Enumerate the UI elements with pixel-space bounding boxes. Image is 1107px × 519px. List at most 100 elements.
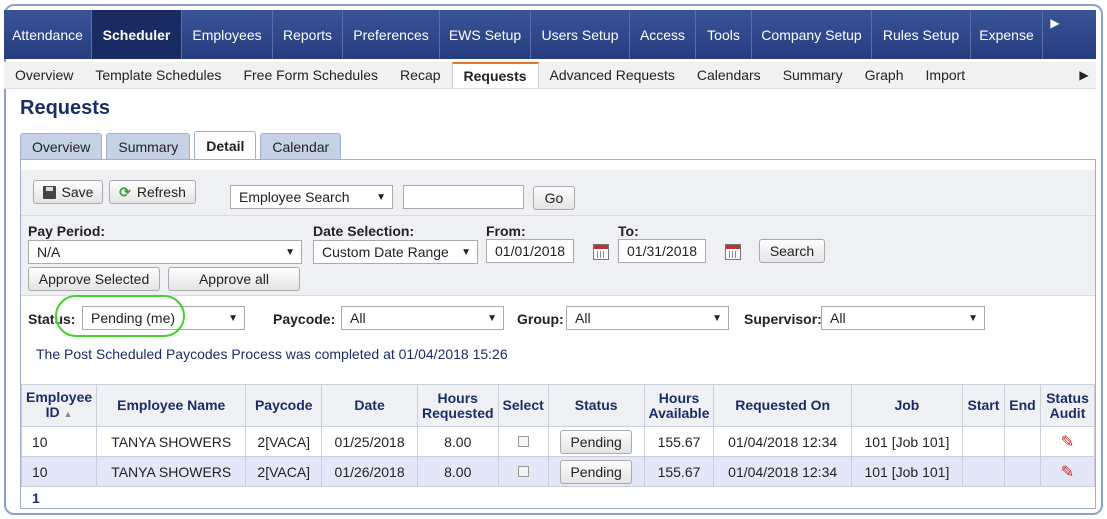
from-label: From:: [486, 223, 526, 239]
status-audit-icon[interactable]: ✎: [1061, 434, 1074, 451]
col-requested-on[interactable]: Requested On: [713, 384, 852, 427]
save-button[interactable]: Save: [33, 180, 103, 204]
cell-paycode: 2[VACA]: [245, 426, 323, 457]
top-nav: Attendance Scheduler Employees Reports P…: [4, 10, 1096, 59]
approve-selected-button[interactable]: Approve Selected: [28, 267, 160, 291]
tab-detail[interactable]: Detail: [194, 131, 257, 159]
cell-hours-requested: 8.00: [416, 456, 499, 487]
pay-period-select[interactable]: N/A ▼: [28, 240, 302, 264]
col-job[interactable]: Job: [850, 384, 963, 427]
cell-requested-on: 01/04/2018 12:34: [713, 426, 852, 457]
col-hours-requested[interactable]: Hours Requested: [416, 384, 499, 427]
paycode-label: Paycode:: [273, 311, 336, 327]
from-date-input[interactable]: 01/01/2018: [486, 239, 574, 263]
col-employee-id[interactable]: Employee ID ▲: [20, 384, 98, 427]
nav-more-icon[interactable]: ▶: [1043, 10, 1067, 59]
cell-paycode: 2[VACA]: [245, 456, 323, 487]
date-selection-value: Custom Date Range: [322, 244, 449, 260]
tab-calendar[interactable]: Calendar: [260, 133, 342, 159]
search-type-select[interactable]: Employee Search ▼: [230, 185, 393, 209]
subnav-overview[interactable]: Overview: [4, 62, 84, 88]
cell-employee-name: TANYA SHOWERS: [96, 426, 247, 457]
status-pending-button[interactable]: Pending: [560, 459, 632, 484]
nav-attendance[interactable]: Attendance: [4, 10, 92, 59]
nav-employees[interactable]: Employees: [182, 10, 273, 59]
subnav-more-icon[interactable]: ▶: [1072, 62, 1096, 88]
cell-job: 101 [Job 101]: [850, 426, 963, 457]
col-select[interactable]: Select: [497, 384, 549, 427]
nav-reports[interactable]: Reports: [273, 10, 343, 59]
col-status[interactable]: Status: [547, 384, 645, 427]
search-type-value: Employee Search: [239, 189, 350, 205]
cell-hours-requested: 8.00: [416, 426, 499, 457]
tab-summary[interactable]: Summary: [106, 133, 191, 159]
cell-date: 01/26/2018: [321, 456, 418, 487]
group-label: Group:: [517, 311, 564, 327]
refresh-icon: ⟳: [119, 183, 131, 200]
chevron-down-icon: ▼: [228, 312, 238, 324]
select-checkbox[interactable]: [517, 465, 529, 477]
nav-tools[interactable]: Tools: [696, 10, 752, 59]
calendar-icon[interactable]: [593, 244, 609, 260]
pager-page-1[interactable]: 1: [32, 490, 40, 506]
pay-period-label: Pay Period:: [28, 223, 106, 239]
cell-requested-on: 01/04/2018 12:34: [713, 456, 852, 487]
pay-period-value: N/A: [37, 244, 61, 260]
nav-expense[interactable]: Expense: [971, 10, 1043, 59]
subnav-import[interactable]: Import: [915, 62, 977, 88]
col-date[interactable]: Date: [321, 384, 418, 427]
search-input[interactable]: [403, 185, 524, 209]
date-selection-select[interactable]: Custom Date Range ▼: [313, 240, 478, 264]
sub-nav: Overview Template Schedules Free Form Sc…: [4, 62, 1096, 89]
chevron-down-icon: ▼: [968, 312, 978, 324]
status-pending-button[interactable]: Pending: [560, 429, 632, 454]
save-button-label: Save: [61, 184, 94, 200]
approve-all-button[interactable]: Approve all: [168, 267, 300, 291]
refresh-button[interactable]: ⟳ Refresh: [109, 180, 196, 204]
subnav-summary[interactable]: Summary: [772, 62, 854, 88]
tab-bar: Overview Summary Detail Calendar: [20, 131, 342, 159]
calendar-icon[interactable]: [725, 244, 741, 260]
group-select[interactable]: All ▼: [566, 306, 729, 330]
chevron-down-icon: ▼: [376, 191, 386, 203]
to-date-input[interactable]: 01/31/2018: [618, 239, 706, 263]
tab-overview[interactable]: Overview: [20, 133, 103, 159]
col-end[interactable]: End: [1003, 384, 1041, 427]
nav-users-setup[interactable]: Users Setup: [531, 10, 630, 59]
subnav-advanced-requests[interactable]: Advanced Requests: [539, 62, 686, 88]
select-checkbox[interactable]: [517, 435, 529, 447]
col-paycode[interactable]: Paycode: [245, 384, 323, 427]
cell-status-audit: ✎: [1039, 456, 1096, 487]
paycode-select[interactable]: All ▼: [341, 306, 504, 330]
nav-scheduler[interactable]: Scheduler: [92, 10, 182, 59]
paycode-value: All: [350, 310, 366, 326]
nav-company-setup[interactable]: Company Setup: [752, 10, 872, 59]
supervisor-select[interactable]: All ▼: [821, 306, 985, 330]
table-row: 10 TANYA SHOWERS 2[VACA] 01/26/2018 8.00…: [20, 456, 1096, 487]
sort-up-icon: ▲: [63, 408, 73, 419]
cell-employee-id: 10: [20, 426, 98, 457]
nav-access[interactable]: Access: [630, 10, 696, 59]
subnav-calendars[interactable]: Calendars: [686, 62, 772, 88]
subnav-graph[interactable]: Graph: [854, 62, 915, 88]
status-audit-icon[interactable]: ✎: [1061, 464, 1074, 481]
cell-status: Pending: [547, 456, 645, 487]
col-employee-name[interactable]: Employee Name: [96, 384, 247, 427]
nav-ews-setup[interactable]: EWS Setup: [440, 10, 531, 59]
nav-rules-setup[interactable]: Rules Setup: [872, 10, 971, 59]
go-button[interactable]: Go: [533, 186, 575, 210]
search-button[interactable]: Search: [759, 239, 825, 263]
col-start[interactable]: Start: [961, 384, 1005, 427]
nav-preferences[interactable]: Preferences: [343, 10, 440, 59]
subnav-template-schedules[interactable]: Template Schedules: [84, 62, 232, 88]
col-hours-available[interactable]: Hours Available: [643, 384, 715, 427]
cell-select: [497, 426, 549, 457]
subnav-free-form-schedules[interactable]: Free Form Schedules: [232, 62, 389, 88]
table-header-row: Employee ID ▲ Employee Name Paycode Date…: [20, 384, 1096, 427]
subnav-recap[interactable]: Recap: [389, 62, 451, 88]
cell-job: 101 [Job 101]: [850, 456, 963, 487]
subnav-requests[interactable]: Requests: [451, 62, 539, 88]
date-selection-label: Date Selection:: [313, 223, 415, 239]
refresh-button-label: Refresh: [136, 184, 186, 200]
col-status-audit[interactable]: Status Audit: [1039, 384, 1096, 427]
